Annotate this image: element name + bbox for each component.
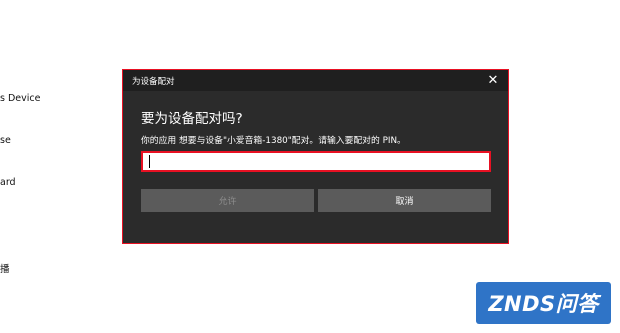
watermark-logo: ZNDS问答 — [476, 282, 611, 324]
text-cursor — [149, 155, 150, 168]
background-list-item: 播 — [0, 264, 10, 275]
dialog-title: 为设备配对 — [132, 77, 175, 87]
background-list-item: ard — [0, 177, 16, 188]
allow-button[interactable]: 允许 — [141, 189, 314, 212]
pair-device-dialog: 为设备配对 ✕ 要为设备配对吗? 你的应用 想要与设备"小爱音箱-1380"配对… — [122, 69, 509, 244]
background-list-item: se — [0, 135, 11, 146]
close-icon: ✕ — [487, 73, 499, 88]
dialog-description: 你的应用 想要与设备"小爱音箱-1380"配对。请输入要配对的 PIN。 — [141, 136, 406, 146]
close-button[interactable]: ✕ — [478, 70, 508, 91]
pin-input[interactable] — [141, 151, 491, 172]
watermark-text: ZNDS问答 — [488, 292, 599, 316]
background-list-item: s Device — [0, 93, 41, 104]
cancel-button[interactable]: 取消 — [318, 189, 491, 212]
dialog-heading: 要为设备配对吗? — [141, 111, 243, 127]
dialog-title-bar: 为设备配对 ✕ — [123, 70, 508, 91]
